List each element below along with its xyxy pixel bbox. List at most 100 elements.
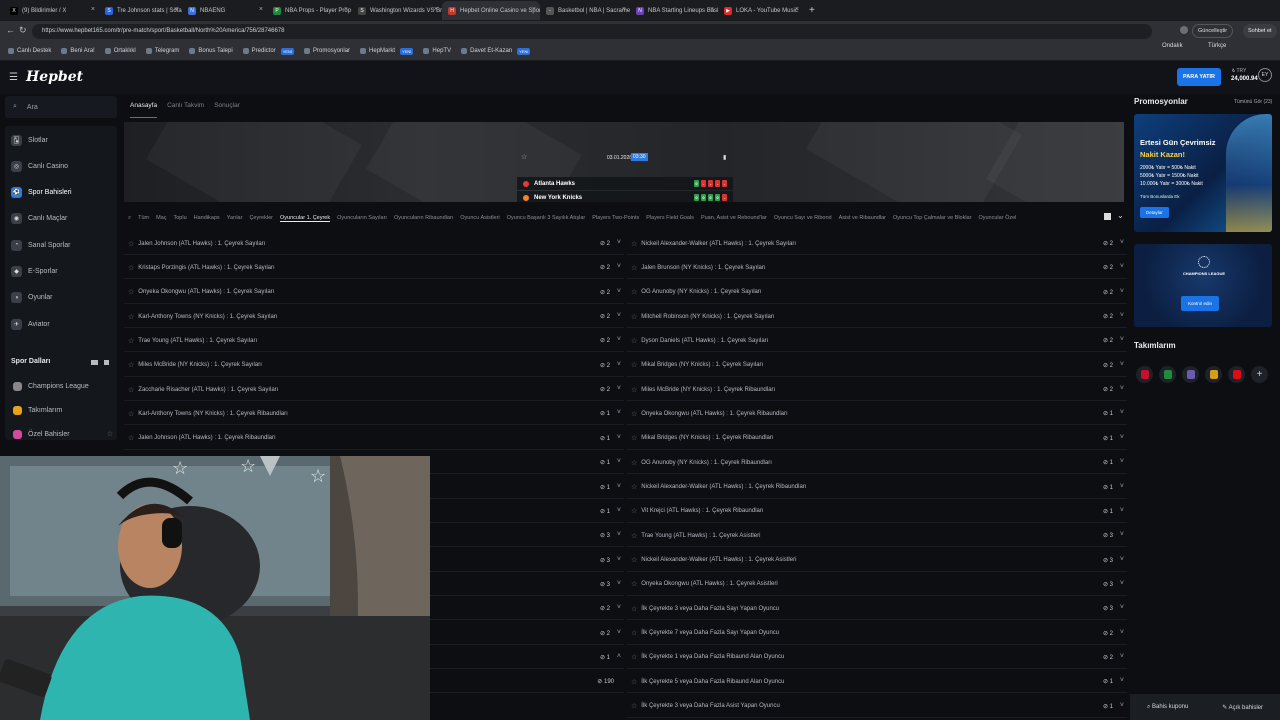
favorite-star-icon[interactable]: ☆ [631,434,637,442]
chevron-down-icon[interactable]: ˅ [617,385,621,392]
match-card[interactable]: ☆ 03.01.2026 03:30 ▮ Atlanta Hawks 0----… [517,149,733,202]
favorite-star-icon[interactable]: ☆ [631,240,637,248]
favorite-star-icon[interactable]: ☆ [128,264,134,272]
favorite-star-icon[interactable]: ☆ [631,459,637,467]
bookmark-item[interactable]: HepTV [423,48,451,54]
market-filter[interactable]: Puan, Asist ve Rebound'lar [701,215,767,221]
team-badge[interactable] [1228,366,1245,383]
sports-list-item[interactable]: Champions League [13,376,113,396]
market-row[interactable]: ☆ İlk Çeyrekte 3 veya Daha Fazla Sayı Yap… [627,598,1127,621]
browser-tab[interactable]: S Washington Wizards VS Brooklyn× [352,1,442,20]
chevron-down-icon[interactable]: ˅ [1120,507,1124,514]
market-filter[interactable]: Asist ve Ribaundlar [839,215,886,221]
close-tab-icon[interactable]: × [710,6,714,13]
favorite-star-icon[interactable]: ☆ [631,386,637,394]
favorite-star-icon[interactable]: ☆ [631,653,637,661]
close-tab-icon[interactable]: × [434,6,438,13]
market-row[interactable]: ☆ İlk Çeyrekte 3 veya Daha Fazla Asist Ya… [627,696,1127,718]
market-filter[interactable]: Oyuncular Özel [978,215,1016,221]
chevron-down-icon[interactable]: ˅ [1120,385,1124,392]
market-row[interactable]: ☆ Karl-Anthony Towns (NY Knicks) : 1. Çey… [124,306,624,329]
sidebar-item[interactable]: ◉ Canlı Maçlar [11,209,111,229]
close-tab-icon[interactable]: × [259,6,263,13]
market-filter[interactable]: Çeyrekler [249,215,273,221]
sidebar-item[interactable]: ✈ Aviator [11,314,111,334]
browser-tab[interactable]: ▶ LOKA - YouTube Music × [718,1,803,20]
browser-tab[interactable]: S Tre Johnson stats | Sofascore× [99,1,182,20]
chevron-down-icon[interactable]: ˅ [617,239,621,246]
favorite-star-icon[interactable]: ☆ [128,434,134,442]
bet-slip-button[interactable]: ⌕ Bahis kuponu [1147,704,1188,711]
sidebar-item[interactable]: ◔ Sanal Sporlar [11,235,111,255]
market-row[interactable]: ☆ Onyeka Okongwu (ATL Hawks) : 1. Çeyrek … [627,403,1127,426]
chevron-down-icon[interactable]: ˅ [1120,580,1124,587]
chat-button[interactable]: Sohbet et [1243,24,1277,38]
bookmark-item[interactable]: Telegram [145,48,179,54]
market-filter[interactable]: Tüm [138,215,149,221]
chevron-down-icon[interactable]: ˅ [617,312,621,319]
chevron-down-icon[interactable]: ˅ [617,361,621,368]
market-row[interactable]: ☆ Onyeka Okongwu (ATL Hawks) : 1. Çeyrek … [124,282,624,304]
profile-icon[interactable] [1180,26,1188,34]
sidebar-item[interactable]: ◆ E-Sporlar [11,262,111,282]
sidebar-item[interactable]: ◎ Canlı Casino [11,156,111,176]
market-filter[interactable]: Oyuncular 1. Çeyrek [279,215,331,222]
favorite-star-icon[interactable]: ☆ [631,361,637,369]
favorite-star-icon[interactable]: ☆ [107,430,113,438]
promo2-button[interactable]: Kontrol edin [1181,296,1220,311]
favorite-star-icon[interactable]: ☆ [521,153,527,161]
favorite-star-icon[interactable]: ☆ [128,240,134,248]
sports-list-item[interactable]: Özel Bahisler ☆ [13,424,113,444]
market-row[interactable]: ☆ Mikal Bridges (NY Knicks) : 1. Çeyrek R… [627,428,1127,450]
market-row[interactable]: ☆ Trae Young (ATL Hawks) : 1. Çeyrek Asis… [627,525,1127,548]
chevron-down-icon[interactable]: ˅ [1120,409,1124,416]
market-row[interactable]: ☆ Miles McBride (NY Knicks) : 1. Çeyrek S… [124,355,624,377]
market-row[interactable]: ☆ Jalen Brunson (NY Knicks) : 1. Çeyrek S… [627,257,1127,280]
sidebar-item[interactable]: ◑ Oyunlar [11,288,111,308]
close-tab-icon[interactable]: × [795,6,799,13]
sub-tab[interactable]: Sonuçlar [214,102,240,118]
favorite-star-icon[interactable]: ☆ [631,264,637,272]
chevron-down-icon[interactable]: ˅ [1120,556,1124,563]
market-row[interactable]: ☆ Mitchell Robinson (NY Knicks) : 1. Çeyr… [627,306,1127,329]
stats-icon[interactable]: ▮ [723,154,726,161]
chevron-down-icon[interactable]: ˅ [617,458,621,465]
market-filter[interactable]: Toplu [173,215,186,221]
market-row[interactable]: ☆ OG Anunoby (NY Knicks) : 1. Çeyrek Sayı… [627,282,1127,304]
language-select[interactable]: Türkçe [1208,43,1226,49]
chevron-down-icon[interactable]: ˅ [1120,361,1124,368]
favorite-star-icon[interactable]: ☆ [631,605,637,613]
browser-tab[interactable]: -Basketbol | NBA | Sacramento Kin× [540,1,630,20]
url-field[interactable]: https://www.hepbet165.com/tr/pre-match/s… [32,24,1152,39]
update-button[interactable]: Güncelleştir [1192,24,1234,38]
collapse-icon[interactable] [91,360,98,365]
team-badge[interactable] [1205,366,1222,383]
favorite-star-icon[interactable]: ☆ [631,629,637,637]
market-filter[interactable]: Players Two-Points [592,215,639,221]
chevron-down-icon[interactable]: ˅ [1120,629,1124,636]
favorite-star-icon[interactable]: ☆ [631,483,637,491]
new-tab-icon[interactable]: + [809,5,815,16]
favorite-star-icon[interactable]: ☆ [631,337,637,345]
chevron-down-icon[interactable]: ˅ [617,263,621,270]
back-icon[interactable]: ← [6,25,15,35]
market-row[interactable]: ☆ Miles McBride (NY Knicks) : 1. Çeyrek R… [627,379,1127,402]
chevron-down-icon[interactable]: ˅ [1120,239,1124,246]
chevron-down-icon[interactable]: ˅ [617,336,621,343]
open-bets-button[interactable]: ✎ Açık bahisler [1222,704,1263,711]
market-filter[interactable]: Handikaps [194,215,220,221]
chevron-down-icon[interactable]: ˅ [1120,653,1124,660]
avatar[interactable]: EY [1258,68,1272,82]
bookmark-item[interactable]: Promosyonlar [304,48,350,54]
chevron-down-icon[interactable]: ˅ [1120,263,1124,270]
chevron-down-icon[interactable]: ˅ [1120,434,1124,441]
market-row[interactable]: ☆ Nickeil Alexander-Walker (ATL Hawks) : … [627,233,1127,255]
layout-icon[interactable] [1104,213,1111,220]
favorite-star-icon[interactable]: ☆ [631,507,637,515]
browser-tab[interactable]: H Hepbet Online Casino ve Spor Bah× [442,1,540,20]
chevron-down-icon[interactable]: ˅ [617,629,621,636]
expand-all-icon[interactable]: ⌄ [1117,211,1124,220]
market-row[interactable]: ☆ Mikal Bridges (NY Knicks) : 1. Çeyrek S… [627,355,1127,377]
market-row[interactable]: ☆ Trae Young (ATL Hawks) : 1. Çeyrek Sayı… [124,330,624,353]
favorite-star-icon[interactable]: ☆ [128,288,134,296]
